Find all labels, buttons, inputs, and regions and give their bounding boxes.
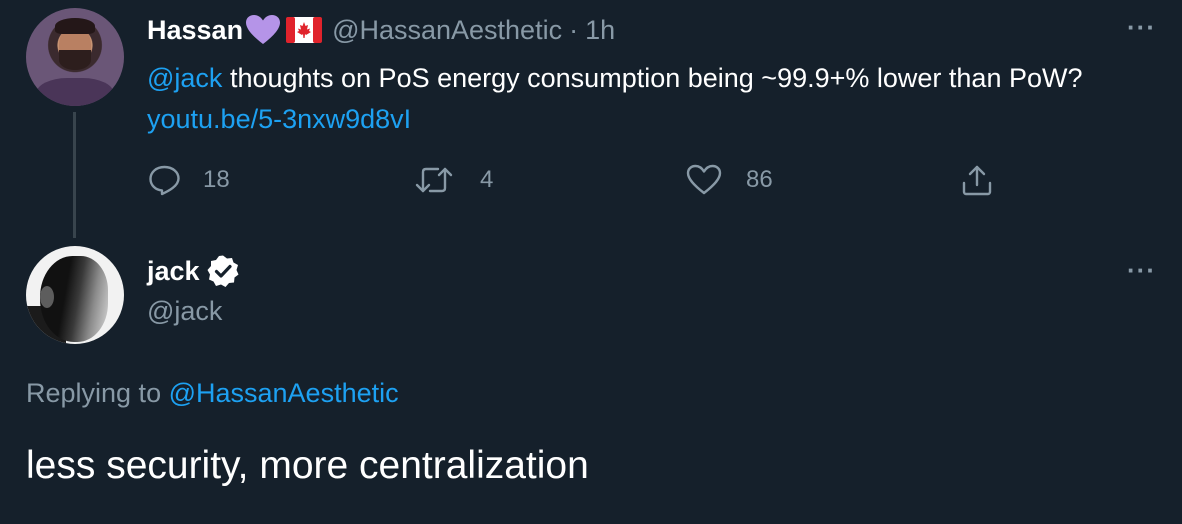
like-action[interactable]: 86	[686, 164, 773, 196]
reply-icon	[149, 165, 180, 196]
retweet-action[interactable]: 4	[414, 164, 493, 196]
share-button[interactable]	[960, 164, 994, 201]
tweet-link[interactable]: youtu.be/5-3nxw9d8vI	[147, 104, 411, 134]
purple-heart-icon	[245, 14, 281, 46]
retweet-count: 4	[480, 166, 494, 193]
reply-more-options-button[interactable]: ···	[1127, 255, 1156, 286]
reply-author-handle[interactable]: @jack	[147, 296, 222, 327]
author-name[interactable]: Hassan	[147, 15, 243, 46]
author-handle[interactable]: @HassanAesthetic	[332, 15, 562, 46]
reply-author-name[interactable]: jack	[147, 256, 200, 287]
canada-flag-icon	[286, 17, 323, 43]
retweet-icon	[415, 167, 453, 193]
separator-dot: ·	[569, 14, 579, 45]
avatar-jack[interactable]	[26, 246, 124, 344]
reply-action[interactable]: 18	[148, 164, 230, 196]
replying-to: Replying to @HassanAesthetic	[26, 378, 399, 409]
more-options-button[interactable]: ···	[1127, 12, 1156, 43]
tweet-body: thoughts on PoS energy consumption being…	[222, 63, 1083, 93]
like-count: 86	[746, 166, 773, 193]
like-icon	[686, 164, 722, 195]
mention-link[interactable]: @jack	[147, 63, 222, 93]
reply-count: 18	[203, 166, 230, 193]
reply-text: less security, more centralization	[26, 444, 589, 487]
tweet-header: Hassan @HassanAesthetic · 1h	[147, 12, 615, 48]
reply-author-row: jack	[147, 253, 240, 289]
avatar-hassan[interactable]	[26, 8, 124, 106]
tweet-timestamp[interactable]: 1h	[585, 15, 615, 46]
replying-to-link[interactable]: @HassanAesthetic	[169, 378, 399, 408]
verified-badge-icon	[206, 254, 240, 288]
share-icon	[962, 165, 992, 196]
tweet-text: @jack thoughts on PoS energy consumption…	[147, 58, 1147, 140]
thread-connector-line	[73, 112, 76, 238]
replying-to-prefix: Replying to	[26, 378, 169, 408]
